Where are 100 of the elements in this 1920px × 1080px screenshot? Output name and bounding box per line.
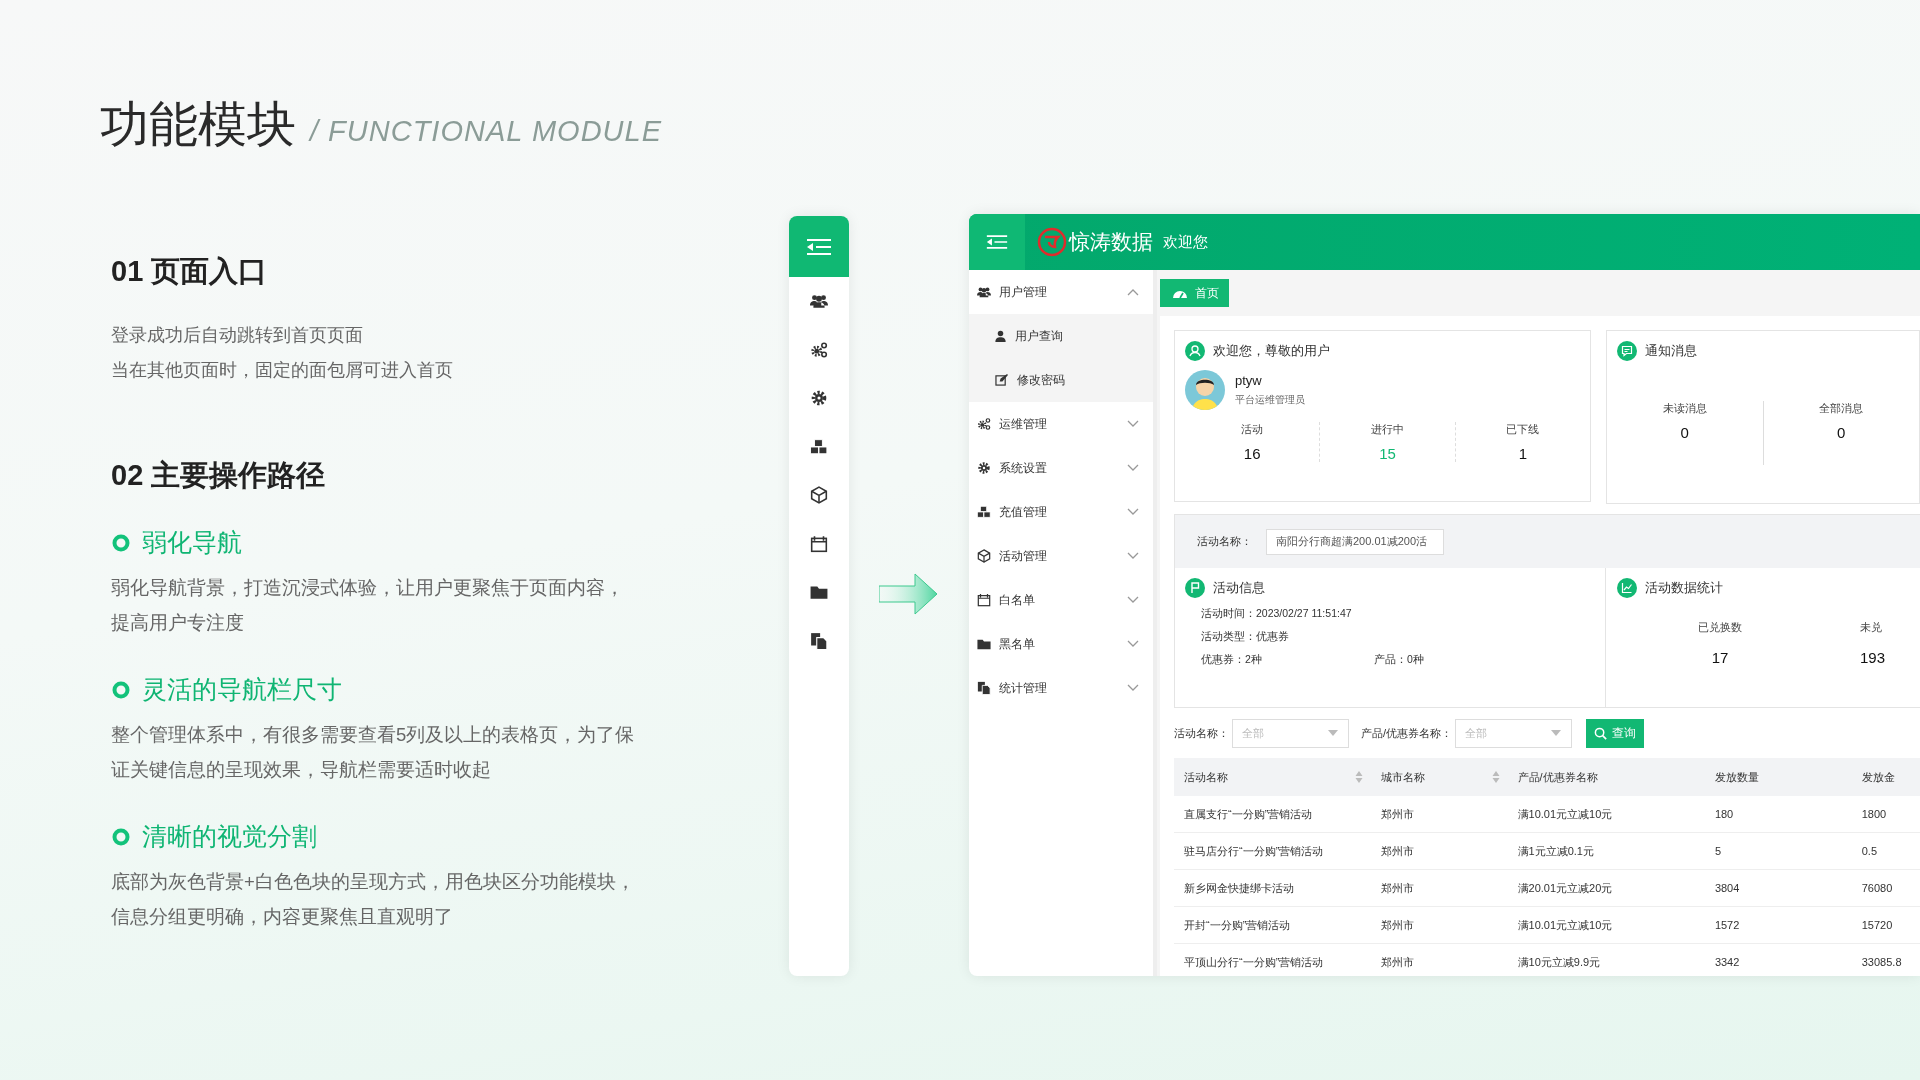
stat-label: 活动 (1241, 422, 1264, 437)
stat-value: 0 (1680, 424, 1689, 441)
table-cell: 直属支行“一分购”营销活动 (1184, 806, 1313, 822)
chart-icon (1617, 578, 1637, 598)
avatar (1185, 370, 1225, 410)
info-text: 活动类型：优惠券 (1201, 630, 1290, 644)
caret-icon (1551, 730, 1562, 736)
column-header: 活动名称 (1184, 769, 1228, 785)
greeting: 欢迎您 (1163, 232, 1208, 252)
chevron-down-icon (1127, 508, 1139, 516)
ring-bullet-icon (112, 533, 130, 552)
boxes-icon[interactable] (810, 437, 828, 456)
table-cell: 1572 (1714, 919, 1740, 931)
table-cell: 180 (1714, 808, 1734, 820)
ring-bullet-icon (112, 827, 130, 846)
folder-icon[interactable] (810, 583, 828, 602)
brand-name: 惊涛数据 (1069, 229, 1153, 255)
calendar-icon[interactable] (810, 534, 828, 553)
table-cell: 驻马店分行“一分购”营销活动 (1184, 843, 1324, 859)
users-icon (977, 285, 991, 299)
section-text: 当在其他页面时，固定的面包屑可进入首页 (111, 359, 454, 382)
table-cell: 76080 (1861, 882, 1893, 894)
gear-icon (977, 461, 991, 475)
table-cell: 郑州市 (1381, 954, 1415, 970)
chevron-down-icon (1127, 596, 1139, 604)
submenu-item[interactable]: 修改密码 (969, 358, 1153, 402)
gears-icon[interactable] (810, 340, 828, 359)
stat-value: 1 (1518, 445, 1527, 462)
collapse-menu-button[interactable] (789, 216, 849, 277)
ring-bullet-icon (112, 680, 130, 699)
gears-icon (977, 417, 991, 431)
stat-label: 已下线 (1506, 422, 1540, 437)
info-text: 优惠券：2种 (1201, 653, 1263, 667)
folder-icon (977, 637, 991, 651)
field-label: 活动名称： (1197, 534, 1252, 549)
activity-select[interactable]: 南阳分行商超满200.01减200活 (1266, 528, 1444, 555)
card-title: 活动数据统计 (1645, 579, 1723, 597)
info-text: 产品：0种 (1374, 653, 1425, 667)
table-cell: 满20.01元立减20元 (1517, 880, 1613, 896)
stat-value: 16 (1243, 445, 1261, 462)
table-cell: 新乡网金快捷绑卡活动 (1184, 880, 1294, 896)
table-cell: 满10.01元立减10元 (1517, 917, 1613, 933)
table-cell: 郑州市 (1381, 843, 1415, 859)
stat-value: 193 (1860, 649, 1886, 666)
point-title: 灵活的导航栏尺寸 (142, 674, 342, 705)
edit-icon (995, 374, 1008, 386)
user-icon (1185, 341, 1205, 361)
caret-icon (1328, 730, 1338, 736)
table-cell: 满1元立减0.1元 (1517, 843, 1594, 859)
right-arrow-icon (879, 572, 939, 616)
column-header: 城市名称 (1381, 769, 1426, 785)
stat-value: 15 (1379, 445, 1396, 462)
stat-value: 0 (1837, 424, 1846, 441)
column-header: 产品/优惠券名称 (1517, 769, 1598, 785)
field-label: 活动名称： (1174, 725, 1229, 741)
documents-icon[interactable] (810, 631, 828, 650)
message-icon (1617, 341, 1637, 361)
gear-icon[interactable] (810, 389, 828, 408)
cube-icon[interactable] (810, 486, 828, 505)
chevron-down-icon (1127, 684, 1139, 692)
stat-label: 未兑 (1860, 620, 1882, 635)
column-header: 发放数量 (1714, 769, 1759, 785)
table-cell: 3342 (1714, 956, 1740, 968)
table-cell: 5 (1714, 845, 1721, 857)
stat-label: 已兑换数 (1698, 620, 1742, 635)
user-name: ptyw (1235, 373, 1263, 388)
stat-value: 17 (1711, 649, 1729, 666)
stat-label: 进行中 (1371, 422, 1404, 437)
documents-icon (977, 681, 991, 695)
table-cell: 3804 (1714, 882, 1740, 894)
table-cell: 满10.01元立减10元 (1517, 806, 1613, 822)
boxes-icon (977, 505, 991, 519)
section-text: 登录成功后自动跳转到首页页面 (111, 324, 364, 347)
column-header: 发放金 (1861, 769, 1895, 785)
chevron-down-icon (1127, 552, 1139, 560)
menu-icon (986, 234, 1008, 250)
stat-label: 未读消息 (1662, 401, 1707, 416)
card-title: 活动信息 (1213, 579, 1265, 597)
table-cell: 平顶山分行“一分购”营销活动 (1184, 954, 1324, 970)
info-text: 活动时间：2023/02/27 11:51:47 (1201, 607, 1353, 621)
stat-label: 全部消息 (1819, 401, 1864, 416)
search-icon (1594, 726, 1608, 740)
users-icon[interactable] (810, 292, 828, 311)
table-cell: 满10元立减9.9元 (1517, 954, 1601, 970)
flag-icon (1185, 578, 1205, 598)
table-cell: 0.5 (1861, 845, 1878, 857)
section-heading: 02 主要操作路径 (111, 458, 327, 492)
user-icon (995, 330, 1006, 342)
point-title: 清晰的视觉分割 (142, 821, 317, 852)
table-cell: 15720 (1861, 919, 1893, 931)
user-role: 平台运维管理员 (1235, 393, 1305, 407)
section-heading: 01 页面入口 (111, 254, 269, 288)
point-text: 弱化导航背景，打造沉浸式体验，让用户更聚焦于页面内容，提高用户专注度 (111, 576, 625, 635)
submenu-item[interactable]: 用户查询 (969, 314, 1153, 358)
slide-title: 功能模块 (100, 96, 296, 153)
chevron-up-icon (1127, 288, 1139, 296)
table-cell: 33085.8 (1861, 956, 1902, 968)
chevron-down-icon (1127, 464, 1139, 472)
point-text: 底部为灰色背景+白色色块的呈现方式，用色块区分功能模块，信息分组更明确，内容更聚焦且直观明了 (111, 870, 636, 929)
card-title: 欢迎您，尊敬的用户 (1213, 342, 1330, 360)
